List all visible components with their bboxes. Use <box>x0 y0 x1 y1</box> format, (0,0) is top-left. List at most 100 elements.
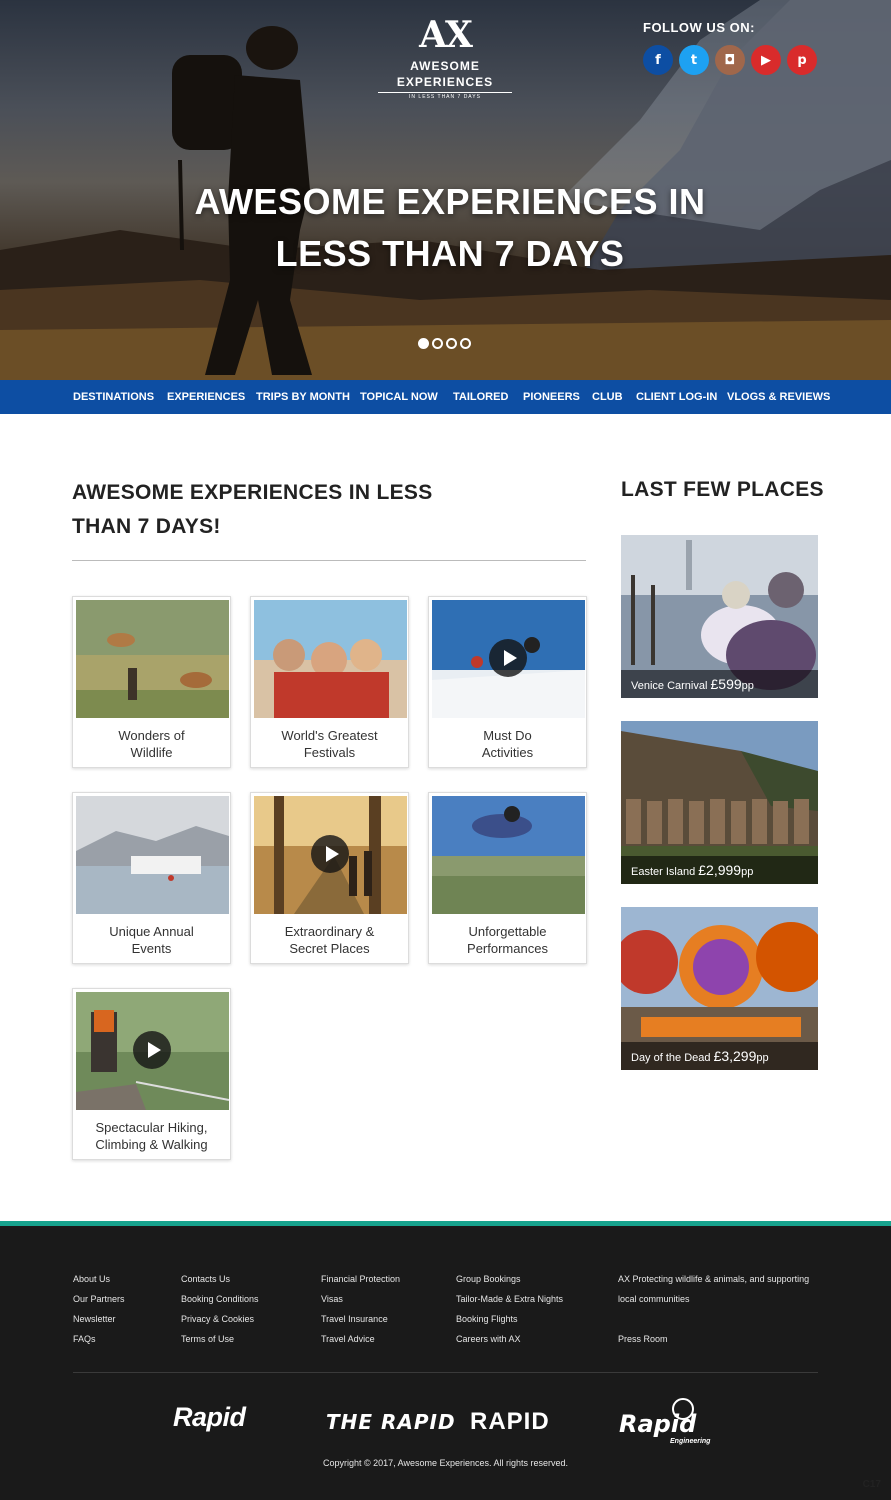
place-card[interactable]: Easter Island £2,999pp <box>621 721 818 884</box>
experience-card[interactable]: Unique Annual Events <box>72 792 231 964</box>
footer-link-visas[interactable]: Visas <box>321 1289 400 1309</box>
play-icon[interactable] <box>489 639 527 677</box>
place-card[interactable]: Day of the Dead £3,299pp <box>621 907 818 1070</box>
hero-banner: AX AWESOME EXPERIENCES IN LESS THAN 7 DA… <box>0 0 891 380</box>
experience-card[interactable]: Unforgettable Performances <box>428 792 587 964</box>
footer-column-1: About Us Our Partners Newsletter FAQs <box>73 1269 125 1349</box>
brand-logo-the-rapid[interactable]: THE RAPID <box>326 1410 456 1434</box>
experience-card-label-line1: Extraordinary & <box>284 924 375 939</box>
play-icon[interactable] <box>311 835 349 873</box>
nav-item-experiences[interactable]: EXPERIENCES <box>167 380 245 414</box>
carousel-dot[interactable] <box>446 338 457 349</box>
experience-card-label: World's Greatest Festivals <box>251 727 408 761</box>
experience-card-label-line2: Secret Places <box>289 941 370 956</box>
footer-link-privacy-cookies[interactable]: Privacy & Cookies <box>181 1309 259 1329</box>
footer-link-faqs[interactable]: FAQs <box>73 1329 125 1349</box>
brand-logo-rapid-3[interactable]: RAPID <box>470 1408 550 1436</box>
youtube-icon[interactable]: ▶ <box>751 45 781 75</box>
place-price-unit: pp <box>741 680 754 692</box>
footer-column-4: Group Bookings Tailor-Made & Extra Nights… <box>456 1269 563 1349</box>
experience-card[interactable]: World's Greatest Festivals <box>250 596 409 768</box>
instagram-icon[interactable]: ◘ <box>715 45 745 75</box>
experience-card-label: Extraordinary & Secret Places <box>251 923 408 957</box>
play-icon[interactable] <box>133 1031 171 1069</box>
footer-link-newsletter[interactable]: Newsletter <box>73 1309 125 1329</box>
experience-card-image <box>76 600 229 718</box>
place-price-unit: pp <box>741 866 754 878</box>
nav-item-destinations[interactable]: DESTINATIONS <box>73 380 154 414</box>
nav-item-tailored[interactable]: TAILORED <box>453 380 508 414</box>
section-title: AWESOME EXPERIENCES IN LESS THAN 7 DAYS! <box>72 481 433 538</box>
footer-link-terms-of-use[interactable]: Terms of Use <box>181 1329 259 1349</box>
nav-item-club[interactable]: CLUB <box>592 380 623 414</box>
footer-link-our-partners[interactable]: Our Partners <box>73 1289 125 1309</box>
brand-emblem-icon <box>672 1398 694 1420</box>
footer-link-financial-protection[interactable]: Financial Protection <box>321 1269 400 1289</box>
place-price-unit: pp <box>756 1052 769 1064</box>
twitter-icon[interactable]: t <box>679 45 709 75</box>
footer-link-group-bookings[interactable]: Group Bookings <box>456 1269 563 1289</box>
experience-card-label-line2: Climbing & Walking <box>95 1137 208 1152</box>
footer-link-booking-conditions[interactable]: Booking Conditions <box>181 1289 259 1309</box>
carousel-dot[interactable] <box>460 338 471 349</box>
experience-card-label-line2: Performances <box>467 941 548 956</box>
nav-item-topical-now[interactable]: TOPICAL NOW <box>360 380 438 414</box>
footer-link-booking-flights[interactable]: Booking Flights <box>456 1309 563 1329</box>
nav-item-trips-by-month[interactable]: TRIPS BY MONTH <box>256 380 350 414</box>
experience-card-label-line1: Spectacular Hiking, <box>95 1120 208 1135</box>
experience-card-label-line2: Events <box>131 941 172 956</box>
footer-link-press-room[interactable]: Press Room <box>618 1329 809 1349</box>
main-navigation: DESTINATIONS EXPERIENCES TRIPS BY MONTH TOP… <box>0 380 891 414</box>
last-few-places-title: LAST FEW PLACES <box>621 478 824 501</box>
footer-divider <box>73 1372 818 1373</box>
place-name: Venice Carnival <box>631 680 708 692</box>
experience-card-label: Unique Annual Events <box>73 923 230 957</box>
place-name: Day of the Dead <box>631 1052 711 1064</box>
experience-card-label-line2: Activities <box>481 745 534 760</box>
social-links: f t ◘ ▶ p <box>643 45 817 75</box>
experience-card-label: Unforgettable Performances <box>429 923 586 957</box>
carousel-dot[interactable] <box>432 338 443 349</box>
experience-card[interactable]: Spectacular Hiking, Climbing & Walking <box>72 988 231 1160</box>
nav-item-pioneers[interactable]: PIONEERS <box>523 380 580 414</box>
nav-item-vlogs-reviews[interactable]: VLOGS & REVIEWS <box>727 380 830 414</box>
brand-logo-rapid-1[interactable]: Rapid <box>173 1402 246 1433</box>
experience-card-label-line1: Wonders of <box>118 728 185 743</box>
experience-card-label-line1: Unique Annual <box>109 924 194 939</box>
place-name: Easter Island <box>631 866 696 878</box>
pinterest-icon[interactable]: p <box>787 45 817 75</box>
place-price: £3,299 <box>713 1048 757 1064</box>
nav-item-client-log-in[interactable]: CLIENT LOG-IN <box>636 380 717 414</box>
experience-card-label: Wonders of Wildlife <box>73 727 230 761</box>
experience-card-label-line2: Wildlife <box>130 745 173 760</box>
footer-link-tailor-made-extra-nights[interactable]: Tailor-Made & Extra Nights <box>456 1289 563 1309</box>
footer-link-contacts-us[interactable]: Contacts Us <box>181 1269 259 1289</box>
brand-logo-subtitle: Engineering <box>670 1438 711 1445</box>
footer-column-3: Financial Protection Visas Travel Insuranc… <box>321 1269 400 1349</box>
experience-card-image <box>76 796 229 914</box>
hero-title-line1: AWESOME EXPERIENCES IN <box>194 181 706 222</box>
footer-column-2: Contacts Us Booking Conditions Privacy & C… <box>181 1269 259 1349</box>
logo-name: AWESOME EXPERIENCES <box>396 59 494 89</box>
hero-title: AWESOME EXPERIENCES IN LESS THAN 7 DAYS <box>150 176 750 280</box>
site-logo[interactable]: AX AWESOME EXPERIENCES IN LESS THAN 7 DA… <box>360 12 530 100</box>
place-caption: Venice Carnival £599pp <box>621 670 818 698</box>
logo-mark: AX <box>419 14 473 56</box>
experience-card-label-line1: Unforgettable <box>468 924 547 939</box>
experience-card-label-line2: Festivals <box>303 745 356 760</box>
hero-title-line2: LESS THAN 7 DAYS <box>275 233 625 274</box>
experience-card[interactable]: Must Do Activities <box>428 596 587 768</box>
experience-card[interactable]: Wonders of Wildlife <box>72 596 231 768</box>
footer-link-communities[interactable]: local communities <box>618 1289 809 1309</box>
carousel-dot[interactable] <box>418 338 429 349</box>
footer-link-travel-insurance[interactable]: Travel Insurance <box>321 1309 400 1329</box>
section-divider <box>72 560 586 561</box>
place-card[interactable]: Venice Carnival £599pp <box>621 535 818 698</box>
footer-link-travel-advice[interactable]: Travel Advice <box>321 1329 400 1349</box>
footer-link-about-us[interactable]: About Us <box>73 1269 125 1289</box>
footer-link-wildlife[interactable]: AX Protecting wildlife & animals, and su… <box>618 1269 809 1289</box>
facebook-icon[interactable]: f <box>643 45 673 75</box>
footer-link-careers-with-ax[interactable]: Careers with AX <box>456 1329 563 1349</box>
experience-card-label-line1: Must Do <box>483 728 532 743</box>
experience-card[interactable]: Extraordinary & Secret Places <box>250 792 409 964</box>
